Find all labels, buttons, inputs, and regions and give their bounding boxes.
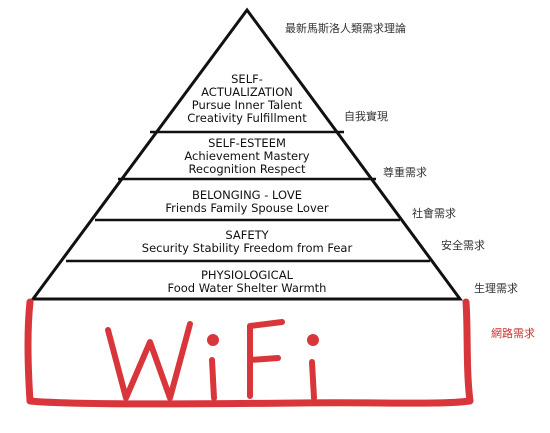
side-label-self-esteem: 尊重需求 [383,166,427,179]
tier-belonging-love: BELONGING - LOVE Friends Family Spouse L… [120,189,374,215]
tier-line: Recognition Respect [188,162,306,176]
tier-physiological: PHYSIOLOGICAL Food Water Shelter Warmth [97,269,397,295]
tier-line: Security Stability Freedom from Fear [141,241,353,255]
side-label-belonging: 社會需求 [412,207,456,220]
wifi-handwriting [105,319,319,401]
tier-line: Food Water Shelter Warmth [167,281,327,295]
tier-safety: SAFETY Security Stability Freedom from F… [97,229,397,255]
side-label-network: 網路需求 [491,327,535,340]
side-label-self-actualization: 自我實現 [344,110,388,123]
pyramid-title-label: 最新馬斯洛人類需求理論 [285,22,406,35]
pyramid-drawing [24,7,474,408]
side-label-physiological: 生理需求 [474,282,518,295]
side-label-safety: 安全需求 [441,239,485,252]
maslow-pyramid-meme: 最新馬斯洛人類需求理論 SELF- ACTUALIZATION Pursue I… [0,0,550,433]
tier-line: Friends Family Spouse Lover [165,201,329,215]
tier-line: Creativity Fulfillment [187,111,307,125]
tier-self-esteem: SELF-ESTEEM Achievement Mastery Recognit… [147,137,347,176]
tier-self-actualization: SELF- ACTUALIZATION Pursue Inner Talent … [167,73,327,125]
